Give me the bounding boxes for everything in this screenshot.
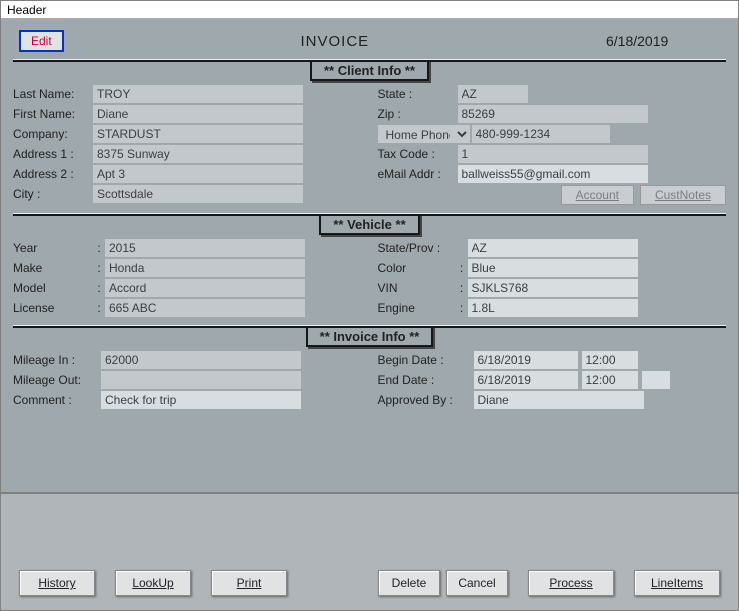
- city-input[interactable]: [93, 185, 303, 203]
- delete-button[interactable]: Delete: [378, 570, 440, 596]
- label-license: License: [13, 301, 93, 315]
- line-items-button[interactable]: LineItems: [634, 570, 720, 596]
- mileage-in-input[interactable]: [101, 351, 301, 369]
- label-begin-date: Begin Date :: [378, 353, 474, 367]
- label-tax-code: Tax Code :: [378, 147, 458, 161]
- vin-input[interactable]: [468, 279, 638, 297]
- end-date-input[interactable]: [474, 371, 578, 389]
- phone-type-select[interactable]: Home Phone: [378, 125, 470, 143]
- label-company: Company:: [13, 127, 93, 141]
- color-input[interactable]: [468, 259, 638, 277]
- label-approved-by: Approved By :: [378, 393, 474, 407]
- state-input[interactable]: [458, 85, 528, 103]
- model-input[interactable]: [105, 279, 305, 297]
- edit-button[interactable]: Edit: [19, 30, 64, 52]
- form-date: 6/18/2019: [606, 33, 726, 49]
- license-input[interactable]: [105, 299, 305, 317]
- label-address-2: Address 2 :: [13, 167, 93, 181]
- lookup-button[interactable]: LookUp: [115, 570, 191, 596]
- label-state: State :: [378, 87, 458, 101]
- label-year: Year: [13, 241, 93, 255]
- label-address-1: Address 1 :: [13, 147, 93, 161]
- engine-input[interactable]: [468, 299, 638, 317]
- label-state-prov: State/Prov :: [378, 241, 468, 255]
- label-mileage-in: Mileage In :: [13, 353, 101, 367]
- account-button[interactable]: Account: [561, 185, 634, 205]
- section-invoice-info: ** Invoice Info **: [306, 326, 434, 347]
- make-input[interactable]: [105, 259, 305, 277]
- approved-by-input[interactable]: [474, 391, 644, 409]
- label-engine: Engine: [378, 301, 458, 315]
- first-name-input[interactable]: [93, 105, 303, 123]
- state-prov-input[interactable]: [468, 239, 638, 257]
- label-mileage-out: Mileage Out:: [13, 373, 101, 387]
- phone-input[interactable]: [472, 125, 610, 143]
- cust-notes-button[interactable]: CustNotes: [640, 185, 726, 205]
- end-time-input[interactable]: [582, 371, 638, 389]
- address-1-input[interactable]: [93, 145, 303, 163]
- label-end-date: End Date :: [378, 373, 474, 387]
- comment-input[interactable]: [101, 391, 301, 409]
- form-title: INVOICE: [64, 33, 606, 50]
- address-2-input[interactable]: [93, 165, 303, 183]
- end-extra-input[interactable]: [642, 371, 670, 389]
- label-city: City :: [13, 187, 93, 201]
- mileage-out-input[interactable]: [101, 371, 301, 389]
- label-vin: VIN: [378, 281, 458, 295]
- label-email: eMail Addr :: [378, 167, 458, 181]
- process-button[interactable]: Process: [528, 570, 614, 596]
- begin-time-input[interactable]: [582, 351, 638, 369]
- history-button[interactable]: History: [19, 570, 95, 596]
- label-color: Color: [378, 261, 458, 275]
- tax-code-input[interactable]: [458, 145, 648, 163]
- email-input[interactable]: [458, 165, 648, 183]
- label-model: Model: [13, 281, 93, 295]
- last-name-input[interactable]: [93, 85, 303, 103]
- zip-input[interactable]: [458, 105, 648, 123]
- label-last-name: Last Name:: [13, 87, 93, 101]
- section-vehicle: ** Vehicle **: [319, 214, 419, 235]
- company-input[interactable]: [93, 125, 303, 143]
- section-client-info: ** Client Info **: [310, 60, 429, 81]
- label-first-name: First Name:: [13, 107, 93, 121]
- print-button[interactable]: Print: [211, 570, 287, 596]
- year-input[interactable]: [105, 239, 305, 257]
- cancel-button[interactable]: Cancel: [446, 570, 508, 596]
- label-comment: Comment :: [13, 393, 101, 407]
- label-zip: Zip :: [378, 107, 458, 121]
- label-make: Make: [13, 261, 93, 275]
- window-title: Header: [1, 1, 738, 19]
- begin-date-input[interactable]: [474, 351, 578, 369]
